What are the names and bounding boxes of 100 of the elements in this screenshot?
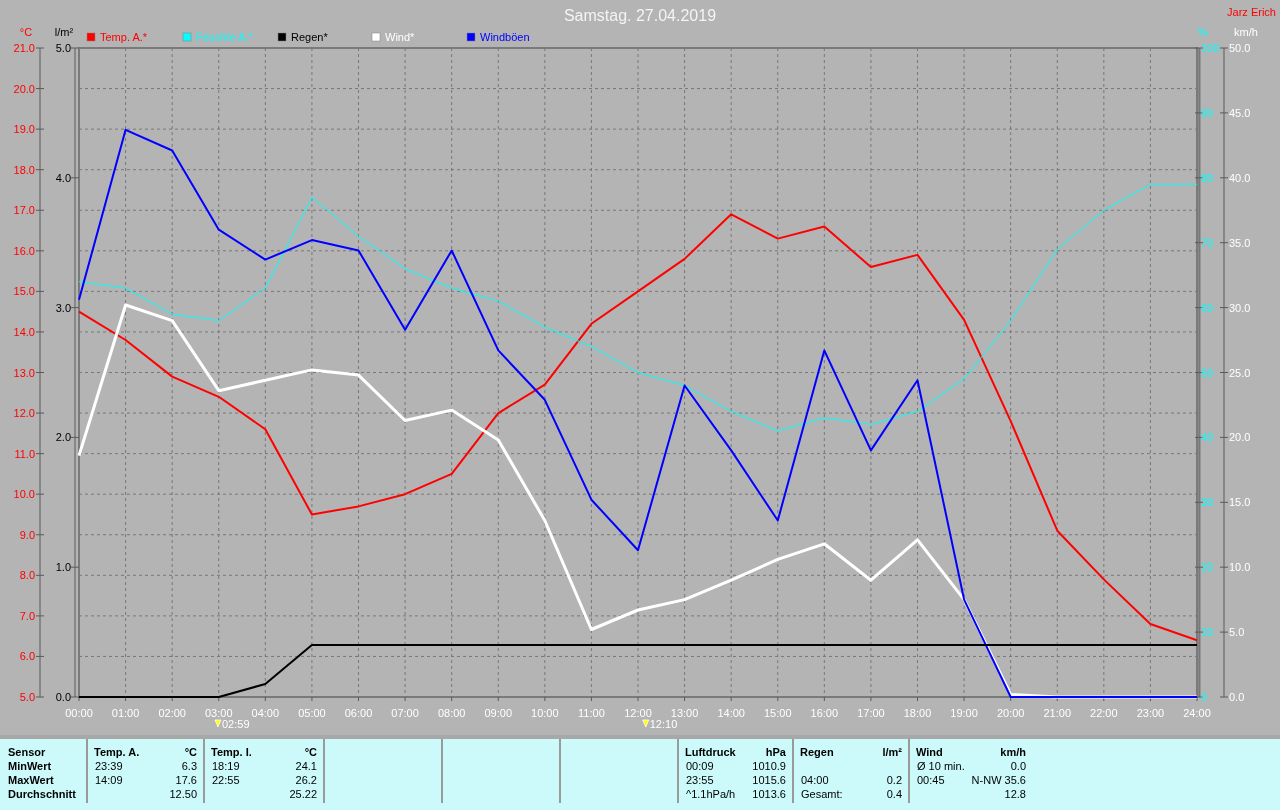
x-tick-label: 04:00 bbox=[251, 707, 280, 719]
marker-icon bbox=[214, 719, 222, 728]
row-label: MaxWert bbox=[8, 773, 55, 787]
axis-tick-label: 70 bbox=[1201, 236, 1214, 249]
table-cell: 00:09 bbox=[686, 759, 714, 773]
axis-tick-label: 40 bbox=[1201, 431, 1214, 444]
x-tick-label: 15:00 bbox=[764, 707, 792, 719]
x-tick-label: 13:00 bbox=[670, 707, 699, 719]
axis-tick-label: 19.0 bbox=[13, 123, 35, 136]
table-cell: 1015.6 bbox=[752, 773, 786, 787]
table-cell: ^1.1hPa/h bbox=[686, 787, 736, 801]
table-cell: 6.3 bbox=[181, 759, 197, 773]
axis-tick-label: 3.0 bbox=[55, 301, 71, 314]
table-cell: 25.22 bbox=[289, 787, 317, 801]
axis-tick-label: 16.0 bbox=[13, 244, 35, 257]
table-cell: 26.2 bbox=[295, 773, 317, 787]
axis-tick-label: 5.0 bbox=[19, 691, 35, 703]
axis-tick-label: 4.0 bbox=[55, 171, 71, 184]
axis-tick-label: 13.0 bbox=[13, 366, 35, 379]
column-title: Temp. A. bbox=[94, 745, 140, 759]
axis-tick-label: 15.0 bbox=[1229, 496, 1251, 509]
legend-label: Temp. A.* bbox=[100, 31, 148, 43]
table-cell: 22:55 bbox=[212, 773, 240, 787]
axis-tick-label: 0.0 bbox=[1229, 691, 1245, 703]
axis-tick-label: 17.0 bbox=[13, 204, 35, 217]
axis-tick-label: 21.0 bbox=[13, 42, 35, 54]
axis-tick-label: 0.0 bbox=[55, 691, 71, 703]
column-unit: hPa bbox=[765, 745, 786, 759]
column-title: Temp. I. bbox=[211, 745, 252, 759]
axis-tick-label: 35.0 bbox=[1229, 236, 1251, 249]
axis-tick-label: 40.0 bbox=[1229, 171, 1251, 184]
x-tick-label: 10:00 bbox=[531, 707, 559, 719]
chart-title: Samstag. 27.04.2019 bbox=[563, 7, 717, 24]
table-cell: Gesamt: bbox=[801, 787, 843, 801]
table-cell: 23:55 bbox=[686, 773, 714, 787]
axis-tick-label: 90 bbox=[1201, 106, 1214, 119]
x-tick-label: 07:00 bbox=[391, 707, 419, 719]
x-tick-label: 02:00 bbox=[158, 707, 186, 719]
x-tick-label: 08:00 bbox=[437, 707, 466, 719]
column-unit: km/h bbox=[1000, 745, 1026, 759]
x-tick-label: 01:00 bbox=[111, 707, 140, 719]
axis-tick-label: 10.0 bbox=[13, 488, 35, 501]
author-name: Jarz Erich bbox=[1227, 6, 1276, 18]
column-title: Wind bbox=[916, 745, 943, 759]
x-tick-label: 24:00 bbox=[1183, 707, 1211, 719]
x-tick-label: 09:00 bbox=[484, 707, 512, 719]
legend-label: Windböen bbox=[480, 31, 530, 43]
table-cell: 18:19 bbox=[212, 759, 240, 773]
axis-tick-label: 10.0 bbox=[1229, 561, 1251, 574]
table-cell: 04:00 bbox=[801, 773, 829, 787]
axis-tick-label: 6.0 bbox=[19, 650, 35, 663]
axis-tick-label: 18.0 bbox=[13, 163, 35, 176]
x-tick-label: 00:00 bbox=[65, 707, 93, 719]
x-tick-label: 18:00 bbox=[903, 707, 932, 719]
axis-tick-label: 30.0 bbox=[1229, 301, 1251, 314]
legend-label: Wind* bbox=[385, 31, 415, 43]
x-tick-label: 17:00 bbox=[857, 707, 885, 719]
table-cell: 1013.6 bbox=[752, 787, 786, 801]
row-label: Sensor bbox=[8, 745, 47, 759]
column-unit: l/m² bbox=[882, 745, 902, 759]
x-tick-label: 11:00 bbox=[578, 707, 605, 719]
axis-tick-label: 5.0 bbox=[55, 42, 71, 54]
table-cell: 17.6 bbox=[175, 773, 197, 787]
x-tick-label: 16:00 bbox=[810, 707, 839, 719]
axis-tick-label: 1.0 bbox=[55, 561, 71, 574]
axis-unit: % bbox=[1198, 26, 1208, 38]
x-tick-label: 22:00 bbox=[1090, 707, 1118, 719]
axis-tick-label: 50.0 bbox=[1229, 42, 1251, 54]
table-cell: 0.2 bbox=[886, 773, 902, 787]
axis-tick-label: 0 bbox=[1201, 691, 1208, 703]
x-tick-label: 06:00 bbox=[344, 707, 373, 719]
table-cell: 0.4 bbox=[886, 787, 902, 801]
table-cell: 0.0 bbox=[1010, 759, 1026, 773]
table-cell: 00:45 bbox=[917, 773, 945, 787]
axis-tick-label: 20.0 bbox=[13, 82, 35, 95]
row-label: MinWert bbox=[8, 759, 53, 773]
axis-tick-label: 8.0 bbox=[19, 569, 35, 582]
legend-label: Feuchte A.* bbox=[196, 31, 253, 43]
axis-tick-label: 20.0 bbox=[1229, 431, 1251, 444]
x-tick-label: 19:00 bbox=[950, 707, 978, 719]
axis-unit: °C bbox=[19, 26, 33, 38]
axis-unit: l/m² bbox=[54, 26, 74, 38]
column-unit: °C bbox=[304, 745, 317, 759]
axis-tick-label: 30 bbox=[1201, 496, 1214, 509]
marker-time: 02:59 bbox=[221, 718, 250, 730]
axis-tick-label: 7.0 bbox=[19, 609, 35, 622]
x-tick-label: 20:00 bbox=[996, 707, 1025, 719]
x-tick-label: 14:00 bbox=[717, 707, 745, 719]
axis-tick-label: 60 bbox=[1201, 301, 1214, 314]
axis-tick-label: 100 bbox=[1201, 42, 1220, 54]
legend-label: Regen* bbox=[291, 31, 328, 43]
axis-tick-label: 2.0 bbox=[55, 431, 71, 444]
x-tick-label: 12:00 bbox=[624, 707, 652, 719]
table-cell: 23:39 bbox=[95, 759, 123, 773]
axis-tick-label: 50 bbox=[1201, 366, 1214, 379]
x-tick-label: 03:00 bbox=[205, 707, 233, 719]
table-cell: 14:09 bbox=[95, 773, 123, 787]
axis-tick-label: 5.0 bbox=[1229, 626, 1245, 639]
axis-tick-label: 10 bbox=[1201, 626, 1214, 639]
table-cell: 1010.9 bbox=[752, 759, 786, 773]
